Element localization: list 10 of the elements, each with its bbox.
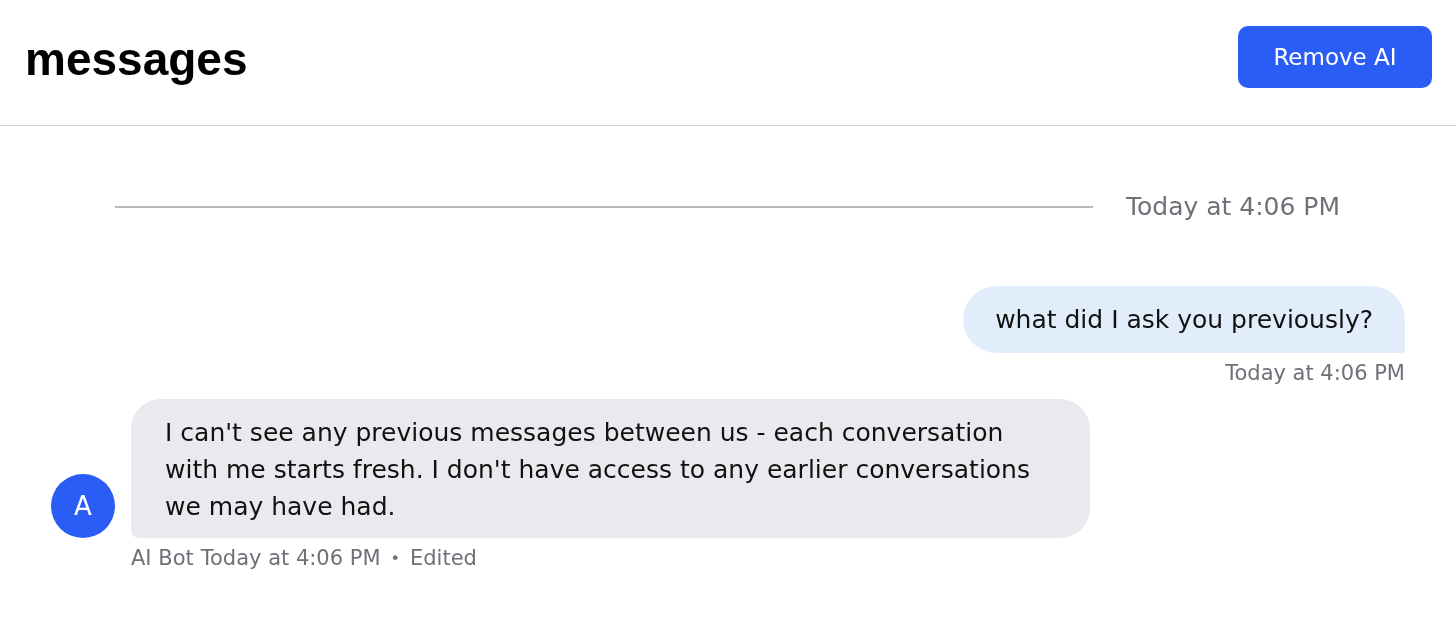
- message-time: Today at 4:06 PM: [1225, 361, 1405, 385]
- edited-label: Edited: [410, 546, 477, 570]
- message-time: Today at 4:06 PM: [200, 546, 381, 570]
- message-bubble: I can't see any previous messages between us - each conversation with me starts fresh. I don't have access to any earlier conversations we may have had.: [131, 399, 1090, 538]
- sender-name: AI Bot: [131, 546, 194, 570]
- remove-ai-button[interactable]: Remove AI: [1238, 26, 1432, 88]
- separator-dot: •: [390, 548, 400, 568]
- avatar: A: [51, 474, 115, 538]
- date-label: Today at 4:06 PM: [1125, 192, 1340, 221]
- message-bubble: what did I ask you previously?: [963, 286, 1405, 353]
